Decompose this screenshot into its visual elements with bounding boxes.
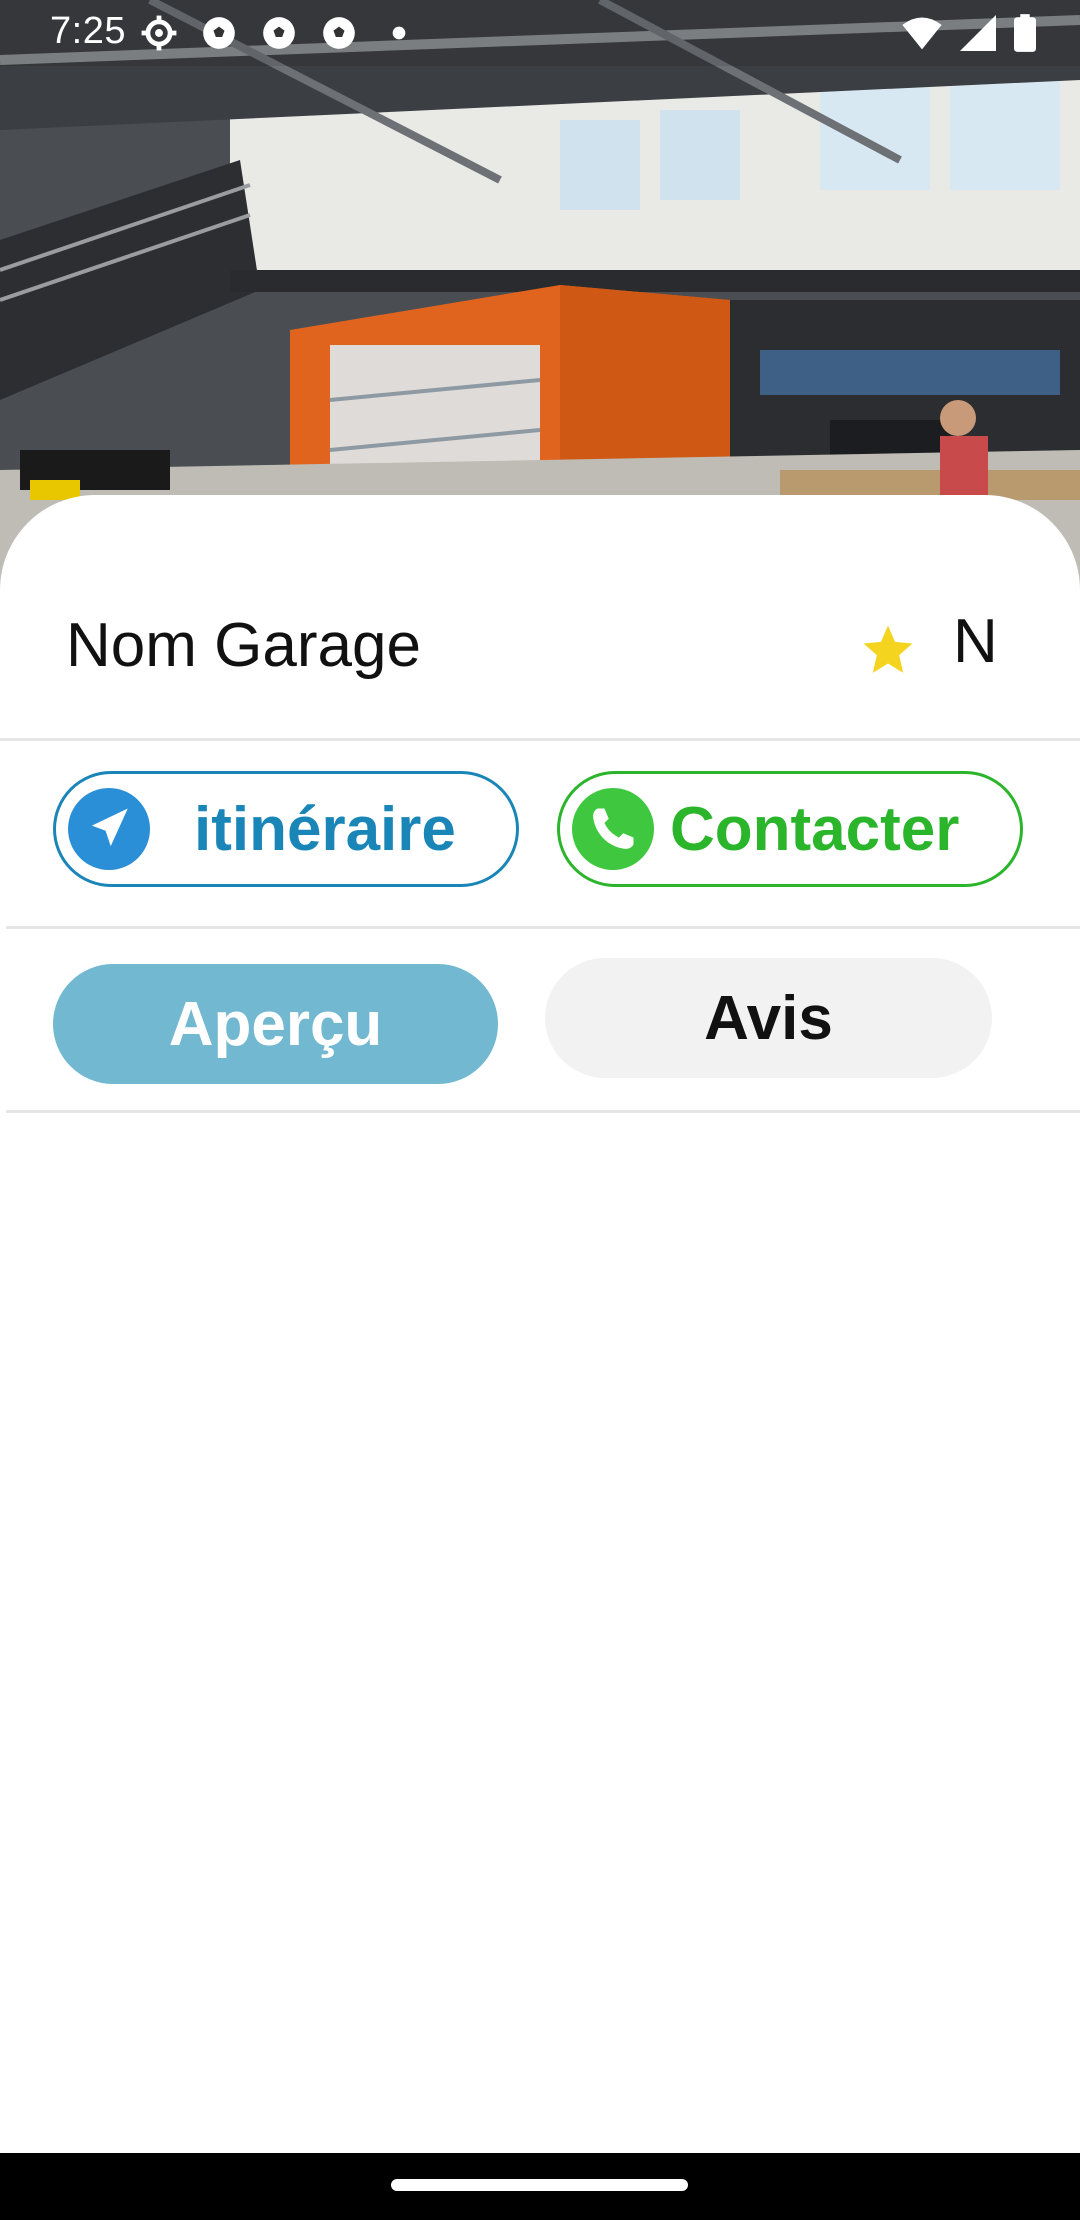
star-icon <box>863 625 913 673</box>
system-navigation-bar <box>0 2153 1080 2220</box>
divider <box>6 926 1080 929</box>
tab-overview[interactable]: Aperçu <box>53 964 498 1084</box>
divider <box>0 738 1080 741</box>
navigation-arrow-icon <box>68 788 150 870</box>
home-indicator[interactable] <box>391 2179 688 2191</box>
signal-icon <box>960 15 996 51</box>
contact-button[interactable]: Contacter <box>557 771 1023 887</box>
dot-icon <box>392 26 406 40</box>
battery-icon <box>1014 14 1036 52</box>
itinerary-label: itinéraire <box>194 794 456 864</box>
garage-name: Nom Garage <box>66 611 421 680</box>
status-bar: 7:25 <box>0 0 1080 66</box>
wifi-icon <box>902 17 942 50</box>
garage-header: Nom Garage N <box>0 600 1080 700</box>
soccer-ball-icon <box>323 17 355 49</box>
soccer-ball-icon <box>203 17 235 49</box>
divider <box>6 1110 1080 1113</box>
phone-icon <box>572 788 654 870</box>
settings-icon <box>141 15 177 51</box>
soccer-ball-icon <box>263 17 295 49</box>
contact-label: Contacter <box>670 794 960 864</box>
status-time: 7:25 <box>50 10 126 52</box>
rating-value: N <box>953 607 998 676</box>
tab-reviews[interactable]: Avis <box>545 958 992 1078</box>
details-sheet <box>0 495 1080 2155</box>
itinerary-button[interactable]: itinéraire <box>53 771 519 887</box>
